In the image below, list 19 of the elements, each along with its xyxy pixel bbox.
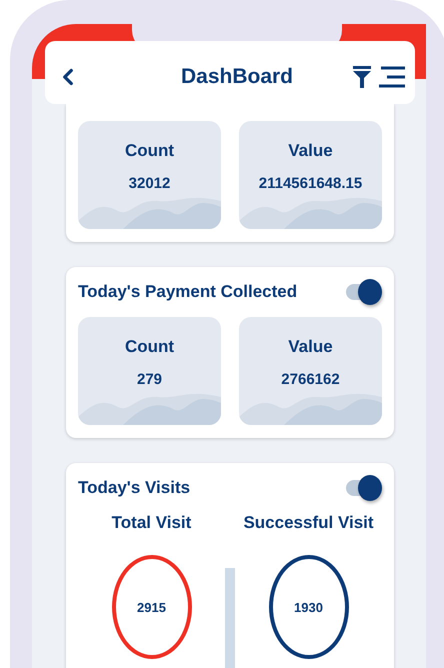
- stat-label: Value: [288, 141, 333, 161]
- metric-label: Successful Visit: [243, 513, 374, 533]
- stat-label: Count: [124, 337, 174, 357]
- card-title: Today's Payment Collected: [78, 282, 298, 302]
- stat-value: 2114561648.15: [258, 175, 362, 192]
- toggle-switch[interactable]: [346, 279, 382, 305]
- stat-label: Count: [124, 141, 174, 161]
- metric-value: 1930: [294, 600, 323, 614]
- filter-icon[interactable]: [353, 66, 371, 88]
- stat-value: 279: [136, 371, 162, 388]
- stat-value: 2766162: [281, 371, 340, 388]
- stat-label: Value: [288, 337, 333, 357]
- metric-label: Total Visit: [112, 513, 192, 533]
- page-title: DashBoard: [180, 64, 294, 88]
- metric-value: 2915: [137, 600, 166, 614]
- card-title: Today's Visits: [78, 478, 190, 498]
- menu-icon[interactable]: [379, 66, 405, 88]
- stat-value: 32012: [128, 175, 170, 192]
- toggle-switch[interactable]: [346, 475, 382, 501]
